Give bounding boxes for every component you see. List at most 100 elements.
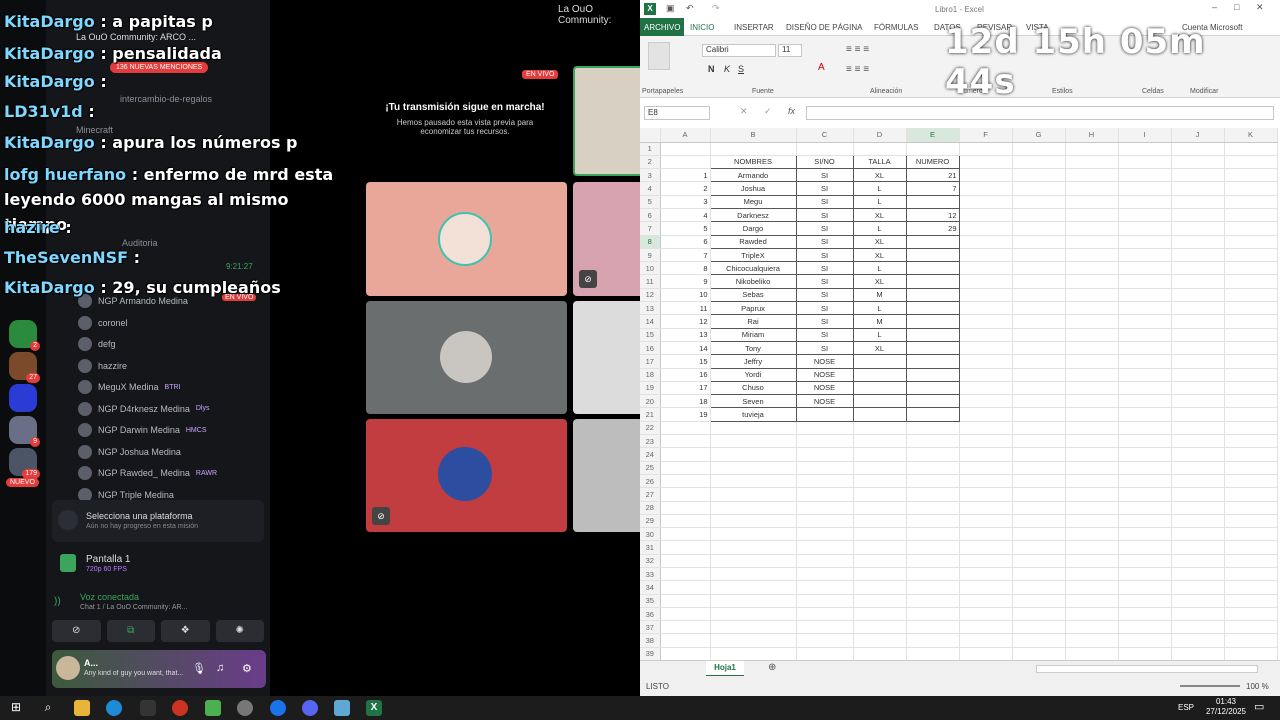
cell[interactable]	[796, 580, 854, 595]
cell[interactable]	[1171, 580, 1225, 595]
video-tile[interactable]	[573, 66, 640, 176]
row-header[interactable]: 15	[640, 328, 661, 342]
cell[interactable]	[796, 421, 854, 436]
cell[interactable]	[853, 633, 907, 648]
tab-insertar[interactable]: INSERTAR	[734, 23, 774, 32]
column-header[interactable]: F	[959, 128, 1013, 143]
cell[interactable]	[1012, 461, 1066, 475]
save-icon[interactable]: ▣	[666, 3, 675, 14]
cell[interactable]	[1224, 407, 1278, 422]
cell[interactable]	[1012, 594, 1066, 608]
cell[interactable]	[710, 580, 797, 595]
column-header[interactable]: K	[1224, 128, 1278, 143]
cell[interactable]	[1065, 142, 1119, 156]
cell[interactable]	[710, 501, 797, 515]
voice-user[interactable]: NGP Darwin Medina HMCS	[78, 423, 207, 437]
cell[interactable]	[796, 501, 854, 515]
cell[interactable]	[906, 501, 960, 515]
cell[interactable]	[852, 354, 907, 369]
cell[interactable]	[1171, 288, 1225, 303]
video-tile[interactable]	[366, 182, 567, 296]
row-header[interactable]: 25	[640, 461, 661, 475]
row-header[interactable]: 36	[640, 607, 661, 622]
cell[interactable]	[1012, 514, 1066, 529]
cell[interactable]	[1065, 647, 1119, 662]
cell[interactable]: 14	[660, 341, 711, 356]
cell[interactable]	[1171, 447, 1225, 462]
underline-button[interactable]: S	[738, 64, 744, 74]
row-header[interactable]: 21	[640, 407, 661, 422]
cell[interactable]	[796, 487, 854, 502]
cell[interactable]: XL	[852, 340, 907, 356]
cell[interactable]	[1012, 567, 1066, 582]
cell[interactable]	[959, 501, 1013, 515]
column-header[interactable]: I	[1118, 128, 1172, 143]
cell[interactable]	[906, 461, 960, 475]
cell[interactable]	[660, 434, 711, 449]
cell[interactable]: Sebas	[709, 287, 797, 303]
mic-icon[interactable]: 🎙	[192, 662, 206, 675]
cell[interactable]	[853, 434, 907, 449]
cell[interactable]	[1118, 381, 1172, 396]
cell[interactable]	[1065, 447, 1119, 462]
cell[interactable]	[959, 527, 1013, 542]
cell[interactable]	[1171, 594, 1225, 608]
cell[interactable]	[796, 567, 854, 582]
cell[interactable]	[660, 474, 711, 489]
cell[interactable]	[1224, 274, 1278, 289]
cell[interactable]	[1171, 368, 1225, 382]
row-header[interactable]: 18	[640, 368, 661, 382]
cell[interactable]	[959, 461, 1013, 475]
cell[interactable]	[959, 620, 1013, 635]
cell[interactable]	[1118, 155, 1172, 170]
cell[interactable]	[906, 434, 960, 449]
cell[interactable]	[1224, 314, 1278, 329]
cell[interactable]	[710, 434, 797, 449]
cell[interactable]: XL	[852, 168, 907, 183]
spreadsheet-grid[interactable]: A B C D E F G H I J K 1 2 NOMBRES SI/NO TALLA NUMERO 3 1 Ar…	[640, 128, 1280, 662]
cell[interactable]	[853, 554, 907, 569]
file-explorer-icon[interactable]	[74, 700, 90, 716]
cell[interactable]	[1065, 421, 1119, 436]
cell[interactable]	[1012, 208, 1066, 223]
confirm-icon[interactable]: ✓	[764, 106, 772, 117]
cell[interactable]	[1012, 235, 1066, 249]
cell[interactable]	[1171, 501, 1225, 515]
cell[interactable]	[1065, 261, 1119, 276]
cell[interactable]	[1065, 474, 1119, 489]
cell[interactable]	[1065, 527, 1119, 542]
cell[interactable]: 15	[660, 354, 711, 369]
cell[interactable]: 12	[905, 207, 960, 223]
cell[interactable]	[959, 328, 1013, 342]
channel-item[interactable]: intercambio-de-regalos	[120, 94, 212, 104]
column-header[interactable]: A	[660, 128, 711, 143]
cell[interactable]	[1118, 540, 1172, 555]
cell[interactable]	[906, 142, 960, 156]
cell[interactable]	[959, 314, 1013, 329]
cell[interactable]	[853, 487, 907, 502]
sheet-table[interactable]: A B C D E F G H I J K 1 2 NOMBRES SI/NO TALLA NUMERO 3 1 Ar…	[640, 128, 1278, 662]
cell[interactable]	[1118, 288, 1172, 303]
cell[interactable]	[1171, 221, 1225, 236]
cell[interactable]	[1012, 421, 1066, 436]
cell[interactable]	[959, 580, 1013, 595]
column-header[interactable]: D	[853, 128, 907, 143]
edge-icon[interactable]	[106, 700, 122, 716]
cell[interactable]: 3	[660, 195, 711, 209]
cell[interactable]	[1118, 434, 1172, 449]
cell[interactable]	[1118, 514, 1172, 529]
discord-icon[interactable]	[302, 700, 318, 716]
clock-time[interactable]: 01:43	[1204, 697, 1248, 706]
cell[interactable]	[1012, 381, 1066, 396]
cell[interactable]: M	[852, 287, 907, 303]
voice-user[interactable]: defg	[78, 337, 116, 351]
cell[interactable]	[905, 394, 960, 409]
cell[interactable]	[959, 394, 1013, 409]
row-header[interactable]: 11	[640, 274, 661, 289]
cell[interactable]	[959, 540, 1013, 555]
cell[interactable]	[959, 607, 1013, 622]
cell[interactable]	[959, 208, 1013, 223]
cell[interactable]	[1118, 580, 1172, 595]
row-header[interactable]: 16	[640, 341, 661, 356]
cell[interactable]	[1224, 168, 1278, 183]
